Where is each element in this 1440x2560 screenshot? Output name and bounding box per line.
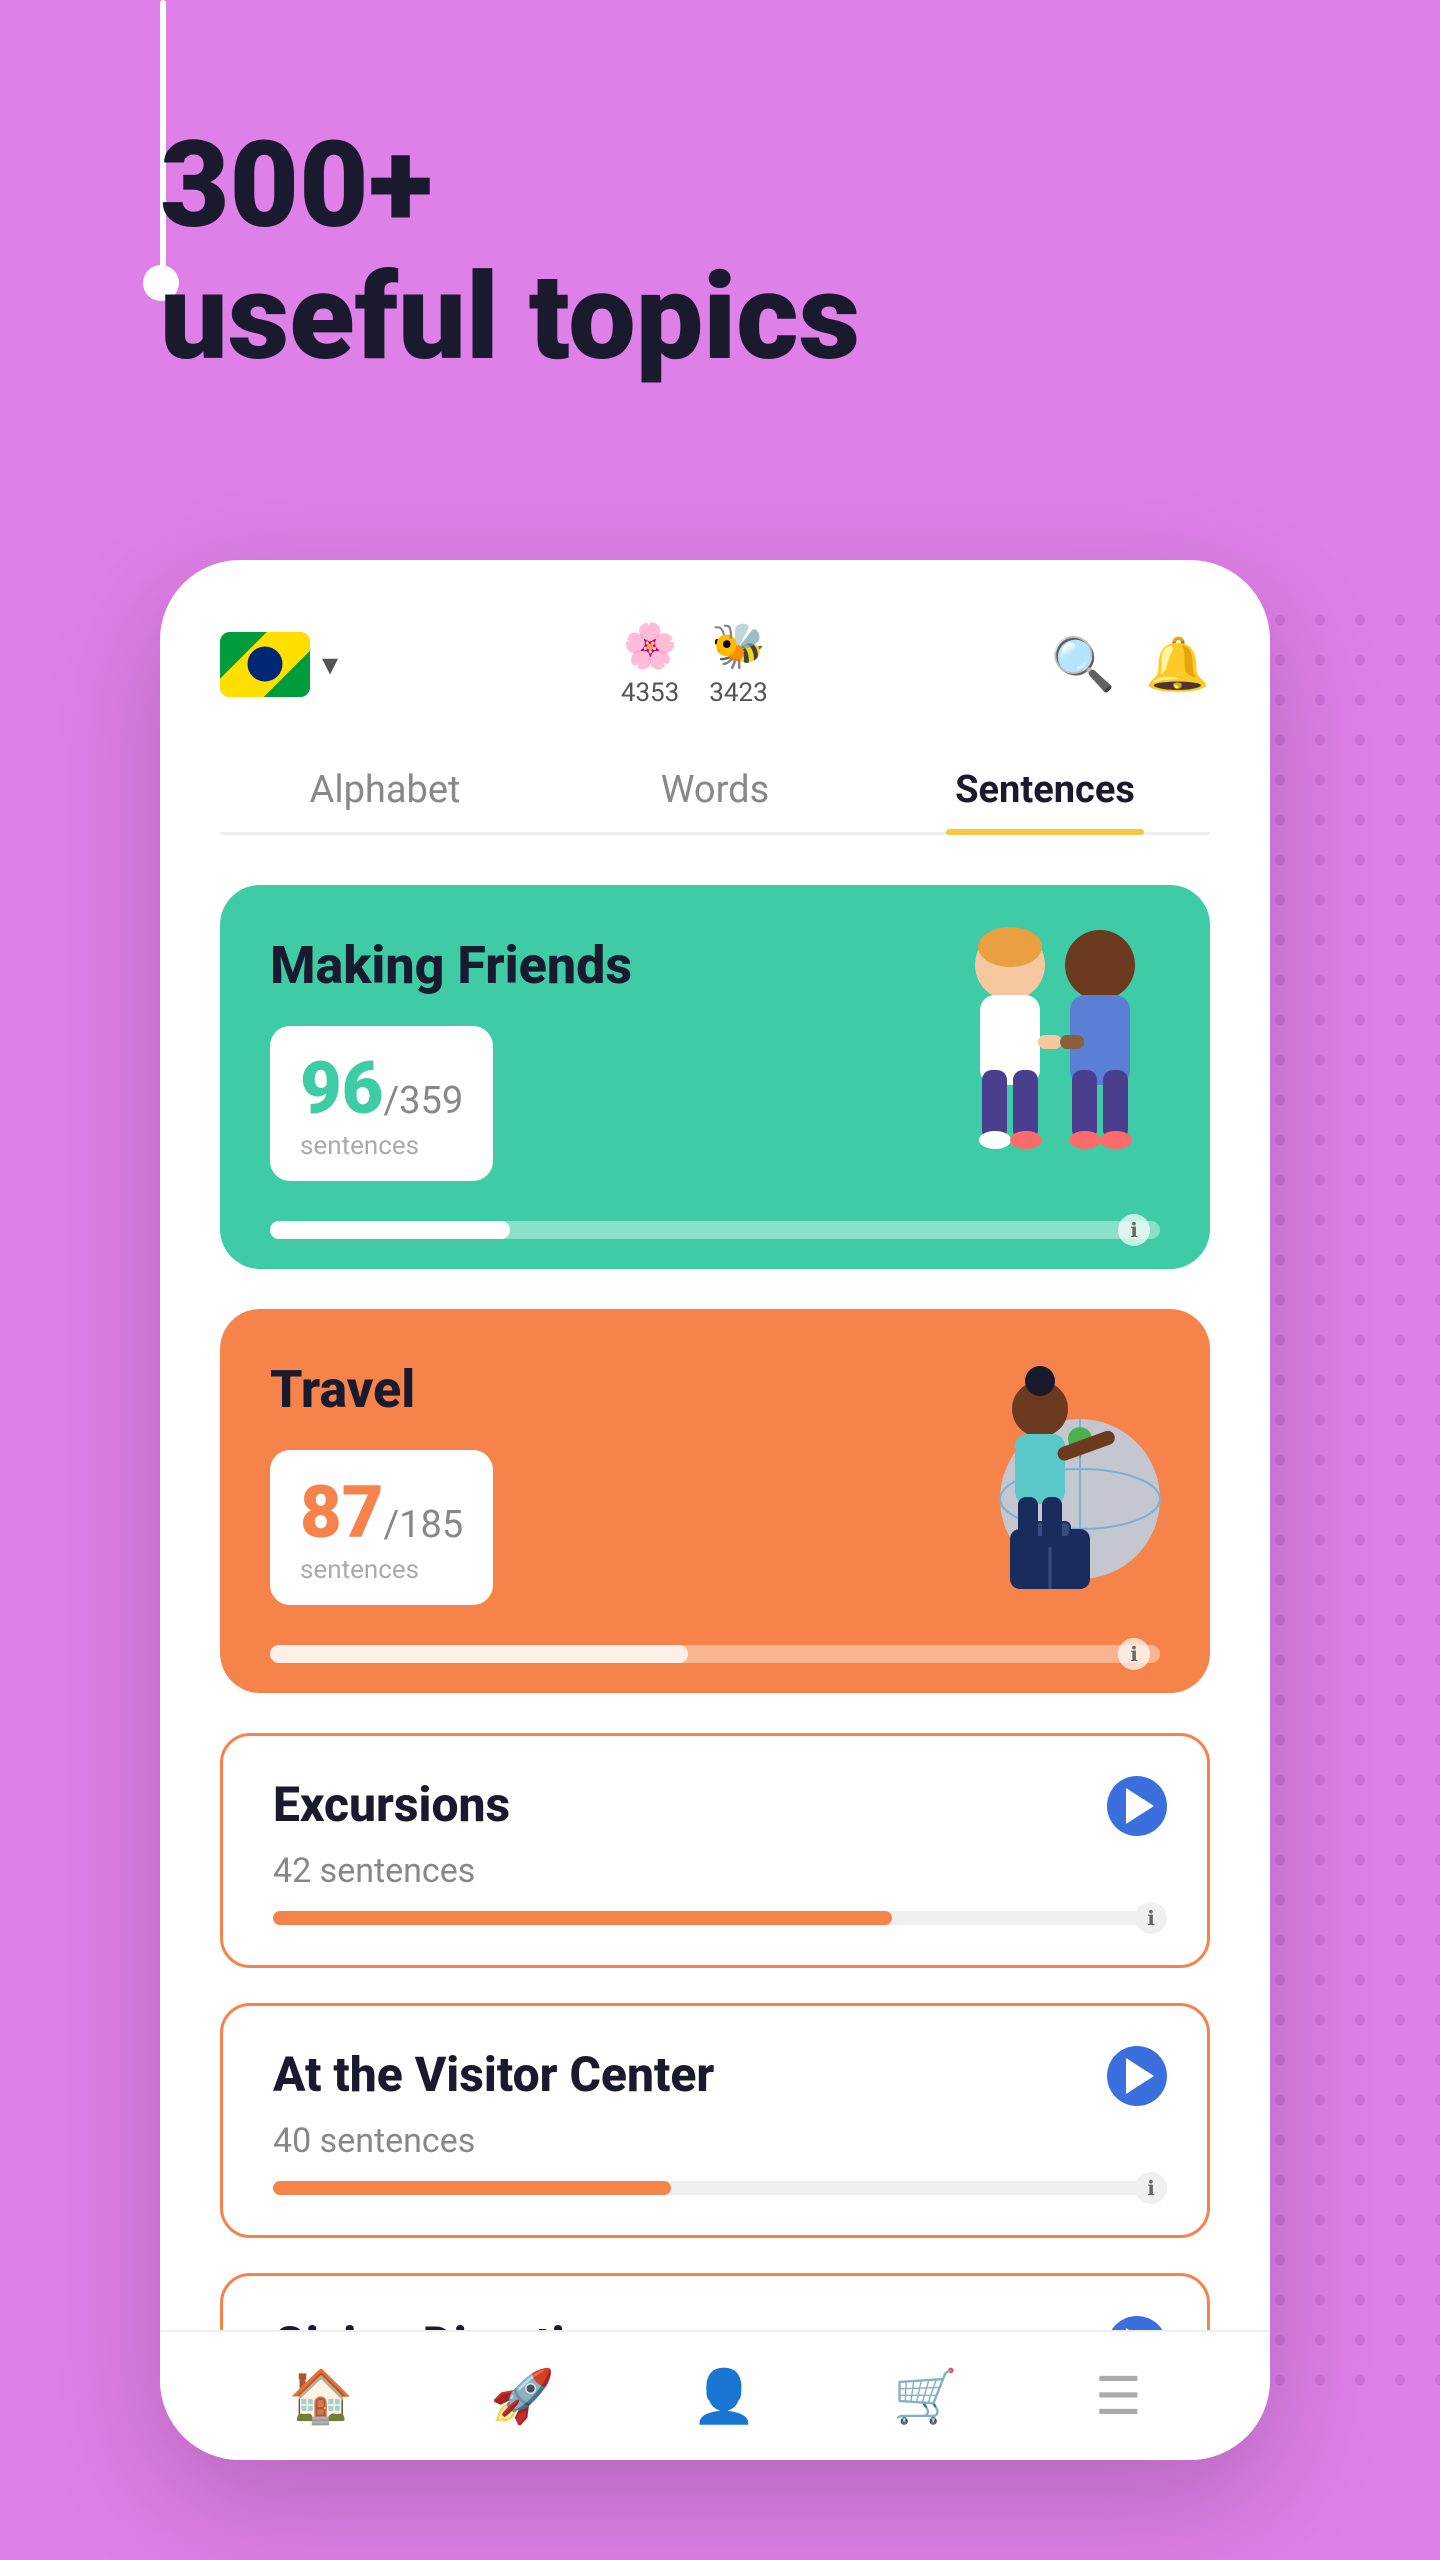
bee-count: 3423 [709, 678, 767, 708]
tab-alphabet[interactable]: Alphabet [220, 748, 550, 832]
visitor-center-title: At the Visitor Center [273, 2046, 1157, 2103]
cart-icon: 🛒 [893, 2366, 958, 2427]
language-selector[interactable]: ▾ [220, 632, 338, 697]
flower-icon: 🌸 [623, 620, 678, 672]
stat-flowers: 🌸 4353 [621, 620, 679, 708]
making-friends-bar-fill [270, 1221, 510, 1239]
tab-sentences[interactable]: Sentences [880, 748, 1210, 832]
making-friends-progress-box: 96/359 sentences [270, 1026, 493, 1181]
making-friends-total: /359 [383, 1079, 463, 1123]
making-friends-illustration [910, 905, 1190, 1185]
dropdown-arrow-icon: ▾ [322, 645, 338, 683]
home-icon: 🏠 [288, 2366, 353, 2427]
visitor-center-info-icon[interactable]: ℹ [1135, 2172, 1167, 2204]
play-icon [1126, 1788, 1154, 1824]
hero-title-line2: useful topics [160, 252, 860, 384]
travel-info-icon[interactable]: ℹ [1118, 1638, 1150, 1670]
profile-icon: 👤 [692, 2366, 757, 2427]
travel-illustration [910, 1329, 1190, 1609]
hero-section: 300+ useful topics [160, 120, 860, 384]
excursions-count: 42 sentences [273, 1851, 1157, 1891]
travel-current: 87 [300, 1470, 383, 1555]
travel-bar-fill [270, 1645, 688, 1663]
visitor-center-play-button[interactable] [1107, 2046, 1167, 2106]
stat-bees: 🐝 3423 [709, 620, 767, 708]
nav-home[interactable]: 🏠 [288, 2366, 353, 2427]
making-friends-label: sentences [300, 1131, 463, 1161]
visitor-center-bar-fill [273, 2181, 671, 2195]
hero-title-line1: 300+ [160, 120, 860, 252]
bottom-navigation: 🏠 🚀 👤 🛒 ☰ [160, 2330, 1270, 2460]
travel-label: sentences [300, 1555, 463, 1585]
menu-icon: ☰ [1095, 2366, 1142, 2427]
nav-shop[interactable]: 🛒 [893, 2366, 958, 2427]
excursions-bar-fill [273, 1911, 892, 1925]
excursions-play-button[interactable] [1107, 1776, 1167, 1836]
play-icon-2 [1126, 2058, 1154, 2094]
visitor-center-progress-bar: ℹ [273, 2181, 1157, 2195]
flower-count: 4353 [621, 678, 679, 708]
travel-total: /185 [383, 1503, 463, 1547]
excursions-info-icon[interactable]: ℹ [1135, 1902, 1167, 1934]
visitor-center-card[interactable]: At the Visitor Center 40 sentences ℹ [220, 2003, 1210, 2238]
notification-icon[interactable]: 🔔 [1145, 634, 1210, 695]
flag-brazil [220, 632, 310, 697]
making-friends-card[interactable]: Making Friends 96/359 sentences ℹ [220, 885, 1210, 1269]
stats-area: 🌸 4353 🐝 3423 [621, 620, 768, 708]
nav-menu[interactable]: ☰ [1095, 2366, 1142, 2427]
making-friends-current: 96 [300, 1046, 383, 1131]
travel-progress-box: 87/185 sentences [270, 1450, 493, 1605]
header-icons: 🔍 🔔 [1051, 634, 1211, 695]
excursions-card[interactable]: Excursions 42 sentences ℹ [220, 1733, 1210, 1968]
excursions-title: Excursions [273, 1776, 1157, 1833]
nav-explore[interactable]: 🚀 [490, 2366, 555, 2427]
bee-icon: 🐝 [711, 620, 766, 672]
nav-profile[interactable]: 👤 [692, 2366, 757, 2427]
search-icon[interactable]: 🔍 [1051, 634, 1116, 695]
rocket-icon: 🚀 [490, 2366, 555, 2427]
making-friends-info-icon[interactable]: ℹ [1118, 1214, 1150, 1246]
travel-progress-bar: ℹ [270, 1645, 1160, 1663]
phone-mockup: ▾ 🌸 4353 🐝 3423 🔍 🔔 Alphabet Words Sente… [160, 560, 1270, 2460]
navigation-tabs: Alphabet Words Sentences [220, 748, 1210, 835]
visitor-center-count: 40 sentences [273, 2121, 1157, 2161]
travel-card[interactable]: Travel 87/185 sentences ℹ [220, 1309, 1210, 1693]
tab-words[interactable]: Words [550, 748, 880, 832]
making-friends-progress-bar: ℹ [270, 1221, 1160, 1239]
app-header: ▾ 🌸 4353 🐝 3423 🔍 🔔 [220, 620, 1210, 708]
excursions-progress-bar: ℹ [273, 1911, 1157, 1925]
flag-circle [248, 647, 283, 682]
